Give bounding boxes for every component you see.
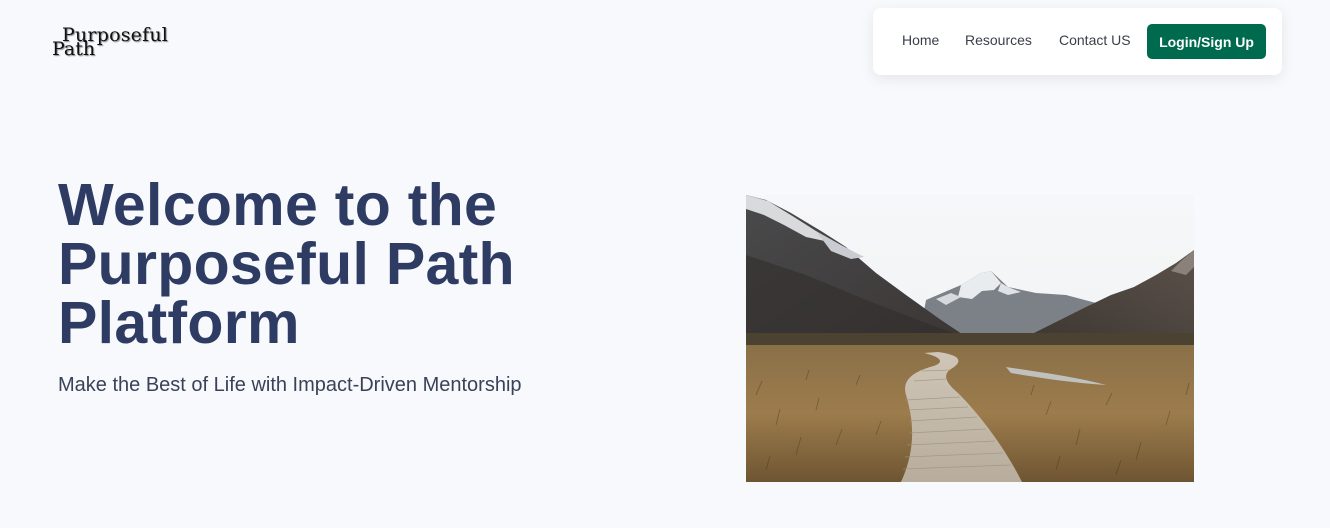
nav-link-contact[interactable]: Contact US xyxy=(1059,32,1131,48)
hero-landscape-image xyxy=(746,195,1194,482)
hero-title: Welcome to the Purposeful Path Platform xyxy=(58,172,515,356)
nav-link-home[interactable]: Home xyxy=(902,32,939,48)
logo[interactable]: Purposeful Path xyxy=(52,24,172,64)
login-signup-button[interactable]: Login/Sign Up xyxy=(1147,24,1266,59)
page: Purposeful Path Home Resources Contact U… xyxy=(0,0,1330,528)
hero-subtitle: Make the Best of Life with Impact-Driven… xyxy=(58,374,522,396)
nav-link-resources[interactable]: Resources xyxy=(965,32,1032,48)
logo-line-2: Path xyxy=(52,38,96,60)
nav-bar: Home Resources Contact US Login/Sign Up xyxy=(873,8,1282,75)
